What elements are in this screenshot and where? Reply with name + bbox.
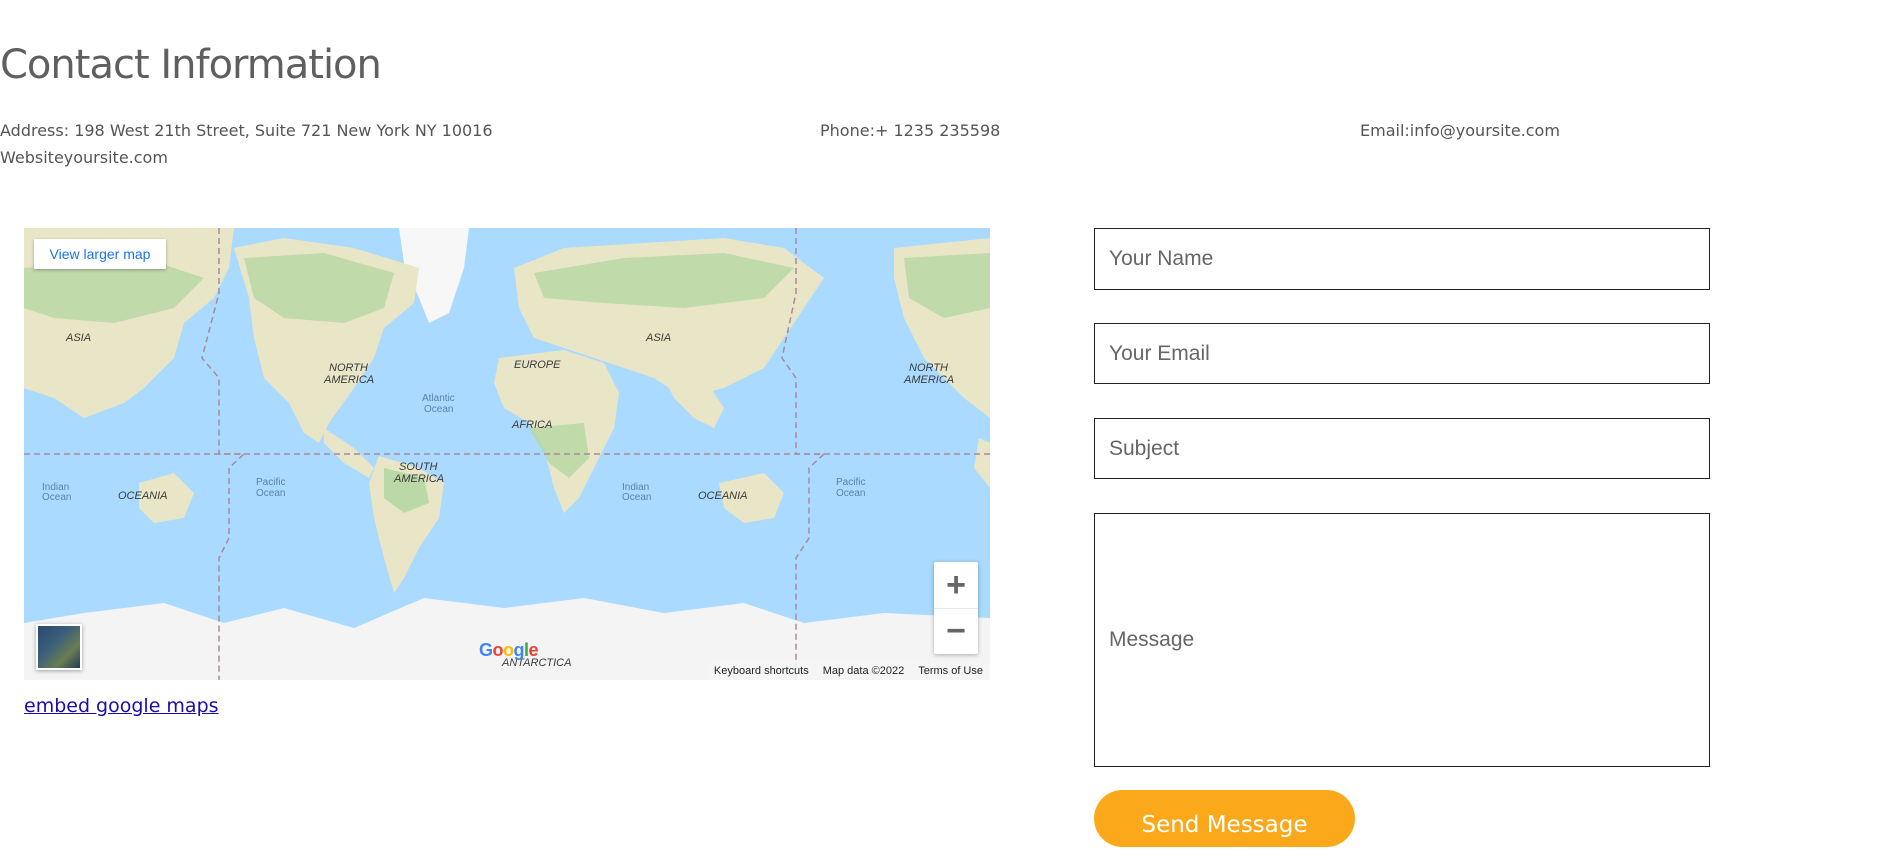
label-pacific-left-2: Ocean — [256, 488, 285, 499]
contact-email: Email:info@yoursite.com — [1360, 121, 1560, 140]
zoom-controls: + − — [934, 562, 978, 654]
map-footer: Keyboard shortcuts Map data ©2022 Terms … — [706, 662, 990, 680]
label-south-america-2: AMERICA — [393, 473, 444, 485]
label-africa: AFRICA — [511, 419, 552, 431]
label-north-america: NORTH — [329, 362, 368, 374]
label-pacific-left: Pacific — [256, 477, 285, 488]
send-message-button[interactable]: Send Message — [1094, 790, 1355, 847]
google-logo: Google — [479, 640, 539, 660]
label-asia-center: ASIA — [645, 332, 671, 344]
zoom-out-button[interactable]: − — [934, 608, 978, 654]
page-title: Contact Information — [0, 42, 382, 88]
label-pacific-right-2: Ocean — [836, 488, 865, 499]
zoom-in-button[interactable]: + — [934, 562, 978, 608]
map-data-attribution[interactable]: Map data ©2022 — [816, 665, 912, 677]
label-pacific-right: Pacific — [836, 477, 865, 488]
label-asia: ASIA — [65, 332, 91, 344]
label-atlantic-2: Ocean — [424, 404, 453, 415]
label-indian-center-2: Ocean — [622, 492, 651, 503]
label-north-america-right: NORTH — [909, 362, 948, 374]
label-europe: EUROPE — [514, 359, 561, 371]
label-atlantic: Atlantic — [422, 393, 455, 404]
name-input[interactable] — [1094, 228, 1710, 290]
label-oceania-left: OCEANIA — [118, 490, 168, 502]
satellite-view-toggle[interactable] — [36, 624, 82, 670]
view-larger-map-link[interactable]: View larger map — [34, 239, 166, 269]
terms-of-use-link[interactable]: Terms of Use — [911, 665, 990, 677]
email-input[interactable] — [1094, 323, 1710, 384]
contact-website: Websiteyoursite.com — [0, 148, 168, 167]
subject-input[interactable] — [1094, 418, 1710, 479]
label-north-america-2: AMERICA — [323, 374, 374, 386]
label-south-america: SOUTH — [399, 461, 438, 473]
label-oceania-center: OCEANIA — [698, 490, 748, 502]
label-north-america-right-2: AMERICA — [903, 374, 954, 386]
contact-address: Address: 198 West 21th Street, Suite 721… — [0, 121, 493, 140]
embedded-map[interactable]: ASIA NORTH AMERICA EUROPE AFRICA ASIA SO… — [24, 228, 990, 680]
contact-phone: Phone:+ 1235 235598 — [820, 121, 1001, 140]
world-map[interactable]: ASIA NORTH AMERICA EUROPE AFRICA ASIA SO… — [24, 228, 990, 680]
message-textarea[interactable] — [1094, 513, 1710, 767]
keyboard-shortcuts-link[interactable]: Keyboard shortcuts — [707, 665, 816, 677]
embed-google-maps-link[interactable]: embed google maps — [24, 695, 219, 717]
label-indian-left-2: Ocean — [42, 492, 71, 503]
